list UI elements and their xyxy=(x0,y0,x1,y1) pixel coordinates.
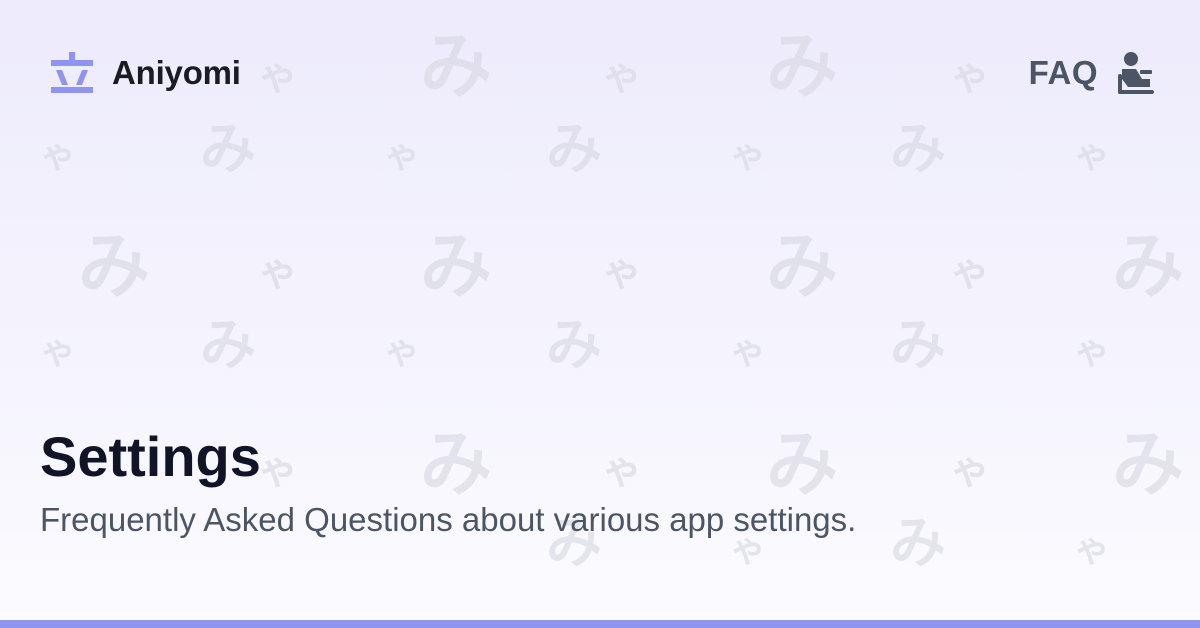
reader-person-icon xyxy=(1116,50,1156,96)
brand-header[interactable]: Aniyomi xyxy=(48,48,241,98)
page-description: Frequently Asked Questions about various… xyxy=(40,501,857,538)
accent-bottom-bar xyxy=(0,620,1200,628)
aniyomi-logo-icon xyxy=(48,49,96,97)
section-label: FAQ xyxy=(1028,54,1098,91)
page-title: Settings xyxy=(40,425,261,488)
og-card: ゃ み ゃ み ゃ ゃ み ゃ み ゃ み ゃ み ゃ み ゃ み ゃ み ゃ … xyxy=(0,0,1200,628)
brand-name: Aniyomi xyxy=(112,54,241,91)
section-nav[interactable]: FAQ xyxy=(1029,48,1156,98)
